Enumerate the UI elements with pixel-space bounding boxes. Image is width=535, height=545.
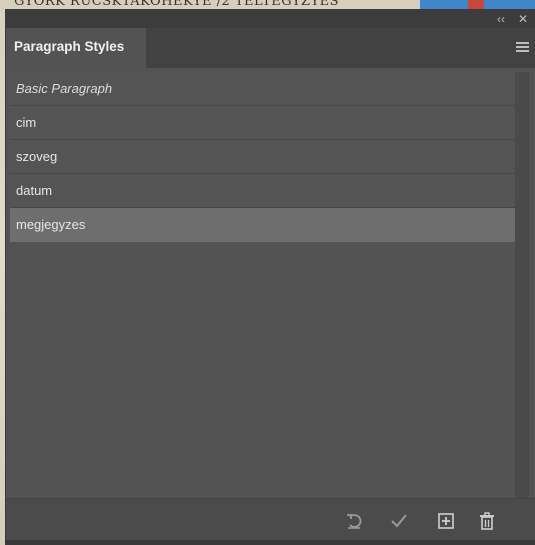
background-document-text: GYORK RUCSKTAKOHEKYE /2 TELTEGYZYES <box>14 0 340 9</box>
panel-title-strip: ‹‹ ✕ <box>6 10 535 28</box>
list-item[interactable]: szoveg <box>10 140 515 174</box>
tab-paragraph-styles[interactable]: Paragraph Styles <box>6 28 146 70</box>
paragraph-styles-panel: ‹‹ ✕ Paragraph Styles Basic Paragraph ci… <box>6 10 535 545</box>
list-item[interactable]: datum <box>10 174 515 208</box>
panel-tab-bar: Paragraph Styles <box>6 28 535 70</box>
trash-icon[interactable] <box>477 511 497 531</box>
checkmark-icon[interactable] <box>389 511 409 531</box>
tab-label: Paragraph Styles <box>14 39 125 54</box>
list-item[interactable]: Basic Paragraph <box>10 72 515 106</box>
scrollbar[interactable] <box>515 72 529 500</box>
panel-bottom-edge <box>6 540 535 545</box>
close-panel-button[interactable]: ✕ <box>518 11 528 27</box>
hamburger-menu-icon[interactable] <box>516 42 529 53</box>
revert-icon[interactable] <box>344 511 364 531</box>
list-item-selected[interactable]: megjegyzes <box>10 208 515 242</box>
styles-list: Basic Paragraph cim szoveg datum megjegy… <box>10 72 515 500</box>
panel-toolbar <box>6 498 535 541</box>
background-red-block <box>468 0 484 10</box>
collapse-panel-button[interactable]: ‹‹ <box>497 11 505 27</box>
style-name: Basic Paragraph <box>16 81 113 96</box>
style-name: megjegyzes <box>16 217 86 232</box>
list-item[interactable]: cim <box>10 106 515 140</box>
style-name: datum <box>16 183 53 198</box>
new-style-icon[interactable] <box>436 511 456 531</box>
style-name: szoveg <box>16 149 58 164</box>
style-name: cim <box>16 115 37 130</box>
